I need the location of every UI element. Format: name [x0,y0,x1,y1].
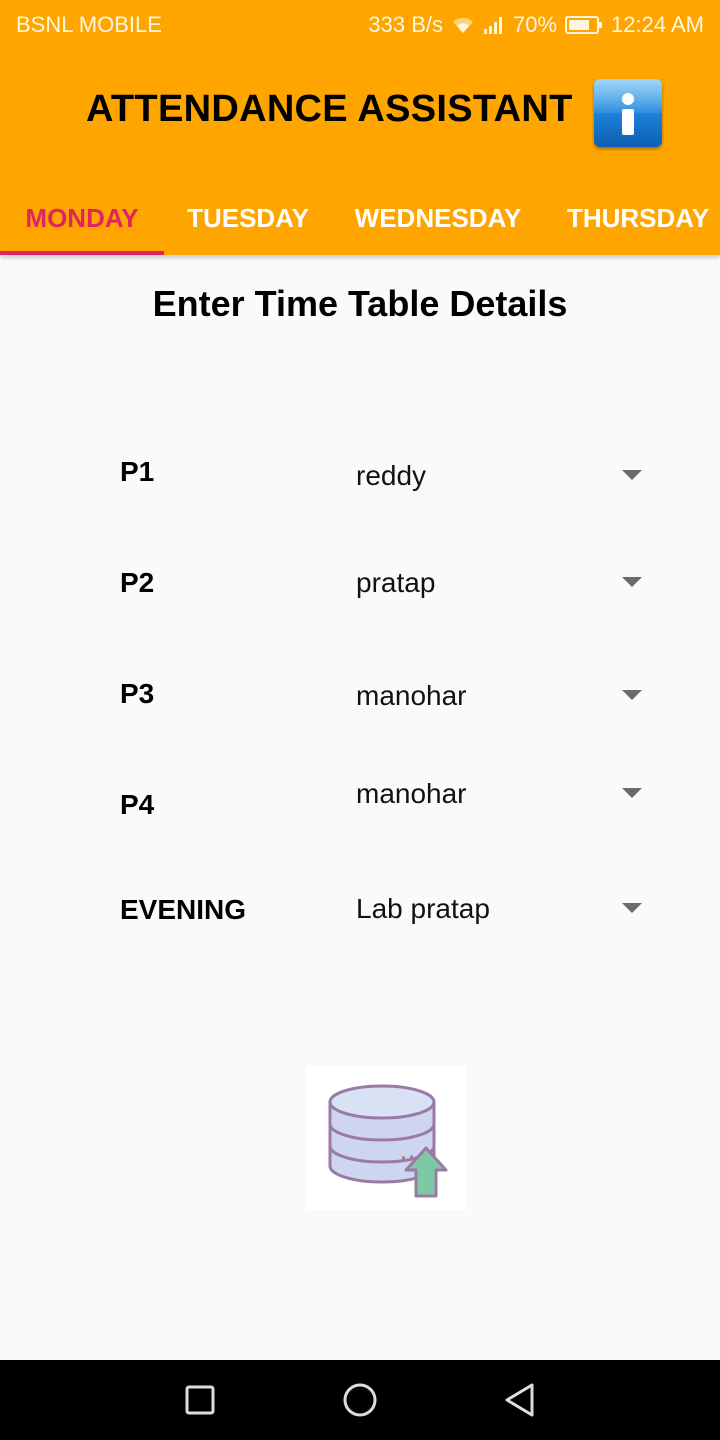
battery-percent: 70% [513,12,558,37]
info-button[interactable] [594,79,662,147]
signal-icon [483,16,505,34]
spinner-p4-value: manohar [356,778,467,809]
page-heading: Enter Time Table Details [152,283,568,324]
spinner-p4[interactable]: manohar [340,766,660,822]
tab-wednesday[interactable]: WEDNESDAY [332,182,544,255]
spinner-evening[interactable]: Lab pratap [340,881,660,937]
spinner-p2[interactable]: pratap [340,555,660,611]
chevron-down-icon [622,577,642,587]
period-label-p2: P2 [120,567,155,598]
chevron-down-icon [622,788,642,798]
day-tabs: MONDAY TUESDAY WEDNESDAY THURSDAY [0,182,720,255]
period-label-p4: P4 [120,789,155,820]
spinner-p1-value: reddy [356,460,427,491]
carrier-name: BSNL MOBILE [16,12,162,37]
clock: 12:24 AM [611,12,704,37]
battery-icon [565,15,603,35]
circle-home-icon[interactable] [340,1380,380,1420]
spinner-evening-value: Lab pratap [356,893,490,924]
system-nav-bar [0,1360,720,1440]
tab-monday[interactable]: MONDAY [0,182,164,255]
triangle-back-icon[interactable] [500,1380,540,1420]
info-icon [622,93,634,135]
network-speed: 333 B/s [368,12,443,37]
period-label-p3: P3 [120,678,155,709]
spinner-p3-value: manohar [356,680,467,711]
chevron-down-icon [622,690,642,700]
status-bar: BSNL MOBILE 333 B/s 70% 12:24 AM [0,0,720,50]
tab-indicator [0,251,164,255]
wifi-icon [451,16,475,34]
tab-tuesday[interactable]: TUESDAY [164,182,332,255]
database-upload-icon [328,1084,448,1198]
chevron-down-icon [622,470,642,480]
spinner-p1[interactable]: reddy [340,448,660,504]
tab-thursday[interactable]: THURSDAY [544,182,720,255]
app-bar: ATTENDANCE ASSISTANT MONDAY TUESDAY WEDN… [0,50,720,255]
spinner-p3[interactable]: manohar [340,668,660,724]
spinner-p2-value: pratap [356,567,436,598]
status-indicators: 333 B/s 70% 12:24 AM [368,12,704,38]
square-recents-icon[interactable] [180,1380,220,1420]
upload-button[interactable] [306,1066,466,1210]
period-label-evening: EVENING [120,894,247,925]
chevron-down-icon [622,903,642,913]
app-title: ATTENDANCE ASSISTANT [86,88,573,130]
period-label-p1: P1 [120,456,155,487]
